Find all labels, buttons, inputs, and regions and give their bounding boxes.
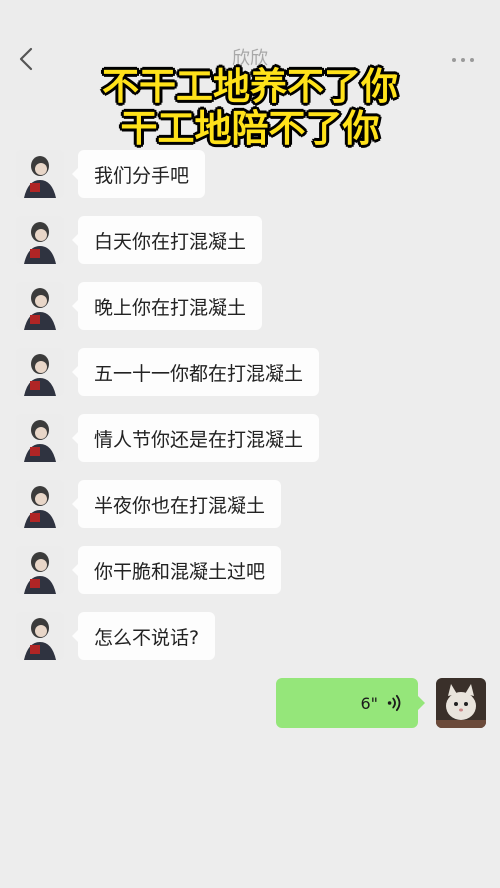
contact-avatar[interactable] [16, 282, 64, 330]
message-bubble[interactable]: 白天你在打混凝土 [71, 216, 263, 264]
cat-avatar-icon [436, 678, 486, 728]
person-avatar-icon [16, 414, 64, 462]
voice-duration: 6" [360, 693, 378, 713]
contact-avatar[interactable] [16, 480, 64, 528]
person-avatar-icon [16, 282, 64, 330]
person-avatar-icon [16, 216, 64, 264]
contact-avatar[interactable] [16, 216, 64, 264]
person-avatar-icon [16, 480, 64, 528]
self-avatar[interactable] [436, 678, 486, 728]
message-bubble[interactable]: 情人节你还是在打混凝土 [71, 414, 320, 462]
message-bubble[interactable]: 你干脆和混凝土过吧 [71, 546, 282, 594]
message-bubble[interactable]: 怎么不说话? [71, 612, 216, 660]
contact-avatar[interactable] [16, 612, 64, 660]
video-caption: 不干工地养不了你 干工地陪不了你 [0, 66, 500, 150]
message-bubble[interactable]: 我们分手吧 [71, 150, 206, 198]
message-bubble[interactable]: 晚上你在打混凝土 [71, 282, 263, 330]
contact-avatar[interactable] [16, 348, 64, 396]
person-avatar-icon [16, 546, 64, 594]
message-bubble[interactable]: 五一十一你都在打混凝土 [71, 348, 320, 396]
person-avatar-icon [16, 348, 64, 396]
person-avatar-icon [16, 612, 64, 660]
voice-message-bubble[interactable]: 6" [276, 678, 425, 728]
caption-line-1: 不干工地养不了你 [102, 65, 398, 108]
message-bubble[interactable]: 半夜你也在打混凝土 [71, 480, 282, 528]
voice-wave-icon [387, 694, 401, 712]
outgoing-message-row: 6" [276, 678, 486, 728]
contact-avatar[interactable] [16, 150, 64, 198]
contact-avatar[interactable] [16, 546, 64, 594]
person-avatar-icon [16, 150, 64, 198]
contact-avatar[interactable] [16, 414, 64, 462]
caption-line-2: 干工地陪不了你 [120, 107, 380, 150]
